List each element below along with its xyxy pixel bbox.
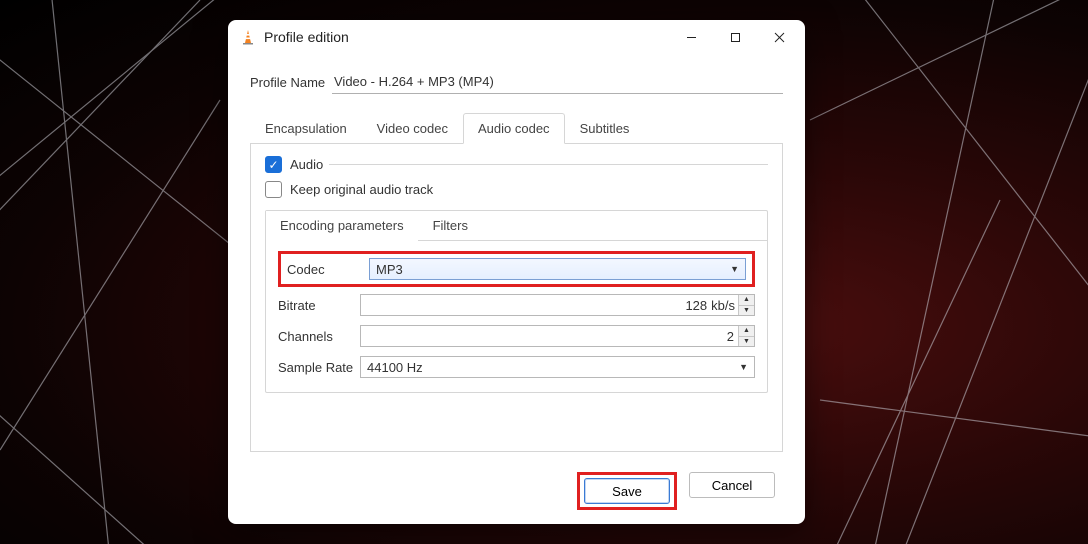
spin-up-icon[interactable]: ▲ — [739, 326, 754, 337]
tab-encoding-parameters[interactable]: Encoding parameters — [266, 211, 419, 240]
channels-value: 2 — [361, 329, 738, 344]
bitrate-unit: kb/s — [711, 298, 738, 313]
samplerate-value: 44100 Hz — [367, 360, 423, 375]
close-button[interactable] — [757, 22, 801, 52]
samplerate-label: Sample Rate — [278, 360, 360, 375]
divider — [329, 164, 768, 165]
samplerate-dropdown[interactable]: 44100 Hz ▼ — [360, 356, 755, 378]
audio-codec-panel: ✓ Audio Keep original audio track Encodi… — [250, 144, 783, 452]
codec-value: MP3 — [376, 262, 403, 277]
save-highlight: Save — [577, 472, 677, 510]
bitrate-label: Bitrate — [278, 298, 360, 313]
profile-name-label: Profile Name — [250, 75, 332, 90]
chevron-down-icon: ▼ — [739, 362, 748, 372]
codec-dropdown[interactable]: MP3 ▼ — [369, 258, 746, 280]
titlebar: Profile edition — [228, 20, 805, 54]
save-button[interactable]: Save — [584, 478, 670, 504]
spin-down-icon[interactable]: ▼ — [739, 337, 754, 347]
tab-subtitles[interactable]: Subtitles — [565, 113, 645, 144]
spin-up-icon[interactable]: ▲ — [739, 295, 754, 306]
chevron-down-icon: ▼ — [730, 264, 739, 274]
maximize-button[interactable] — [713, 22, 757, 52]
bitrate-value: 128 — [361, 298, 711, 313]
spin-down-icon[interactable]: ▼ — [739, 306, 754, 316]
cancel-button[interactable]: Cancel — [689, 472, 775, 498]
tab-audio-codec[interactable]: Audio codec — [463, 113, 565, 144]
codec-highlight: Codec MP3 ▼ — [278, 251, 755, 287]
window-title: Profile edition — [264, 29, 669, 45]
dialog-window: Profile edition Profile Name Encapsulati… — [228, 20, 805, 524]
vlc-cone-icon — [240, 29, 256, 45]
minimize-button[interactable] — [669, 22, 713, 52]
keep-original-label: Keep original audio track — [290, 182, 433, 197]
tab-filters[interactable]: Filters — [419, 211, 483, 240]
bitrate-spinbox[interactable]: 128 kb/s ▲ ▼ — [360, 294, 755, 316]
profile-name-input[interactable] — [332, 70, 783, 94]
channels-label: Channels — [278, 329, 360, 344]
check-icon: ✓ — [268, 159, 278, 171]
keep-original-checkbox[interactable] — [265, 181, 282, 198]
channels-spinbox[interactable]: 2 ▲ ▼ — [360, 325, 755, 347]
codec-label: Codec — [287, 262, 369, 277]
tab-encapsulation[interactable]: Encapsulation — [250, 113, 362, 144]
audio-label: Audio — [290, 157, 329, 172]
audio-checkbox[interactable]: ✓ — [265, 156, 282, 173]
tab-video-codec[interactable]: Video codec — [362, 113, 463, 144]
